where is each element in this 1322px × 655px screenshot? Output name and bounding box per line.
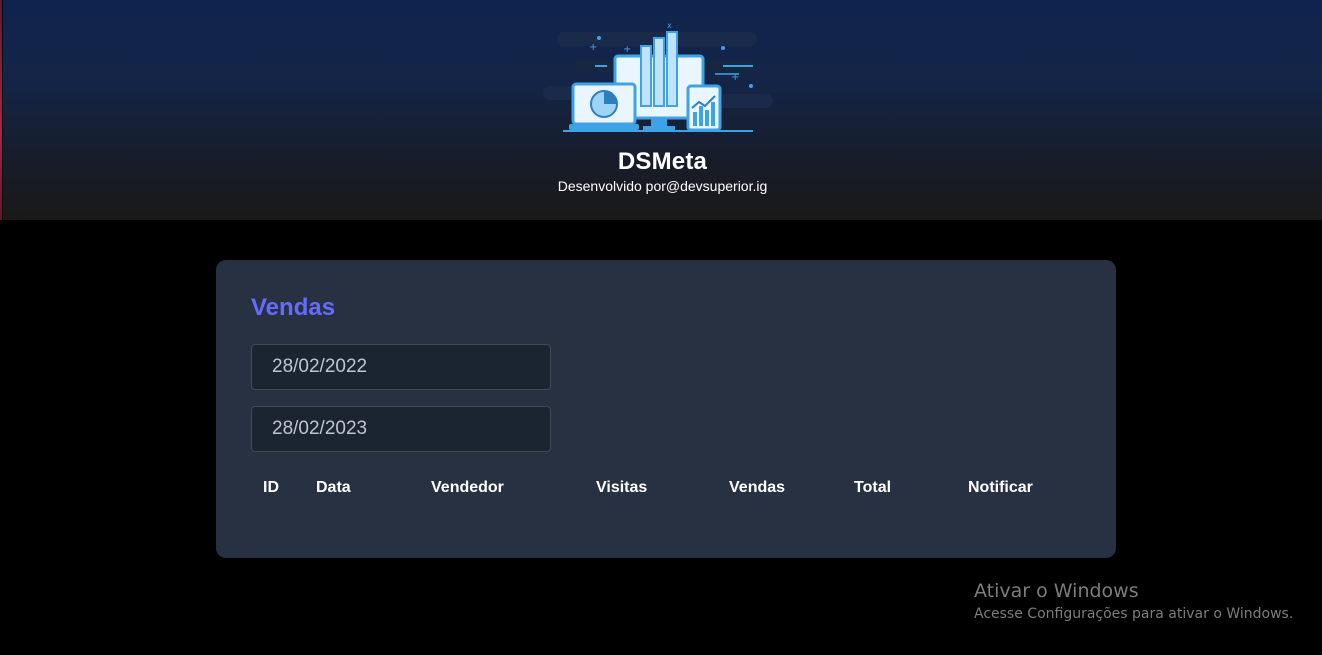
max-date-input[interactable] bbox=[251, 406, 551, 452]
svg-text:+: + bbox=[623, 44, 631, 55]
windows-activation-watermark: Ativar o Windows Acesse Configurações pa… bbox=[974, 580, 1293, 622]
sales-title: Vendas bbox=[251, 294, 336, 321]
sales-table-header-row: ID Data Vendedor Visitas Vendas Total No… bbox=[251, 472, 1066, 504]
svg-text:x: x bbox=[667, 21, 672, 30]
min-date-input[interactable] bbox=[251, 344, 551, 390]
app-title: DSMeta bbox=[617, 148, 708, 175]
column-header-seller: Vendedor bbox=[431, 479, 504, 496]
column-header-date: Data bbox=[316, 479, 351, 496]
sales-card: Vendas ID Data Vendedor Visitas Vendas T… bbox=[216, 260, 1116, 558]
column-header-visits: Visitas bbox=[596, 479, 648, 496]
sales-table: ID Data Vendedor Visitas Vendas Total No… bbox=[251, 472, 1066, 504]
column-header-notify: Notificar bbox=[968, 479, 1033, 496]
app-header: + + + x DSMeta Desenvolvido por@devsuper… bbox=[3, 0, 1322, 220]
column-header-sales: Vendas bbox=[729, 479, 786, 496]
dashboard-devices-icon: + + + x bbox=[542, 21, 773, 132]
svg-text:+: + bbox=[589, 42, 597, 53]
column-header-id: ID bbox=[263, 479, 279, 496]
watermark-message: Acesse Configurações para ativar o Windo… bbox=[974, 606, 1294, 622]
app-page: + + + x DSMeta Desenvolvido por@devsuper… bbox=[0, 0, 1322, 655]
app-subtitle: Desenvolvido por@devsuperior.ig bbox=[557, 178, 768, 194]
window-edge bbox=[0, 0, 2, 220]
column-header-total: Total bbox=[854, 479, 892, 496]
watermark-title: Ativar o Windows bbox=[974, 580, 1139, 602]
